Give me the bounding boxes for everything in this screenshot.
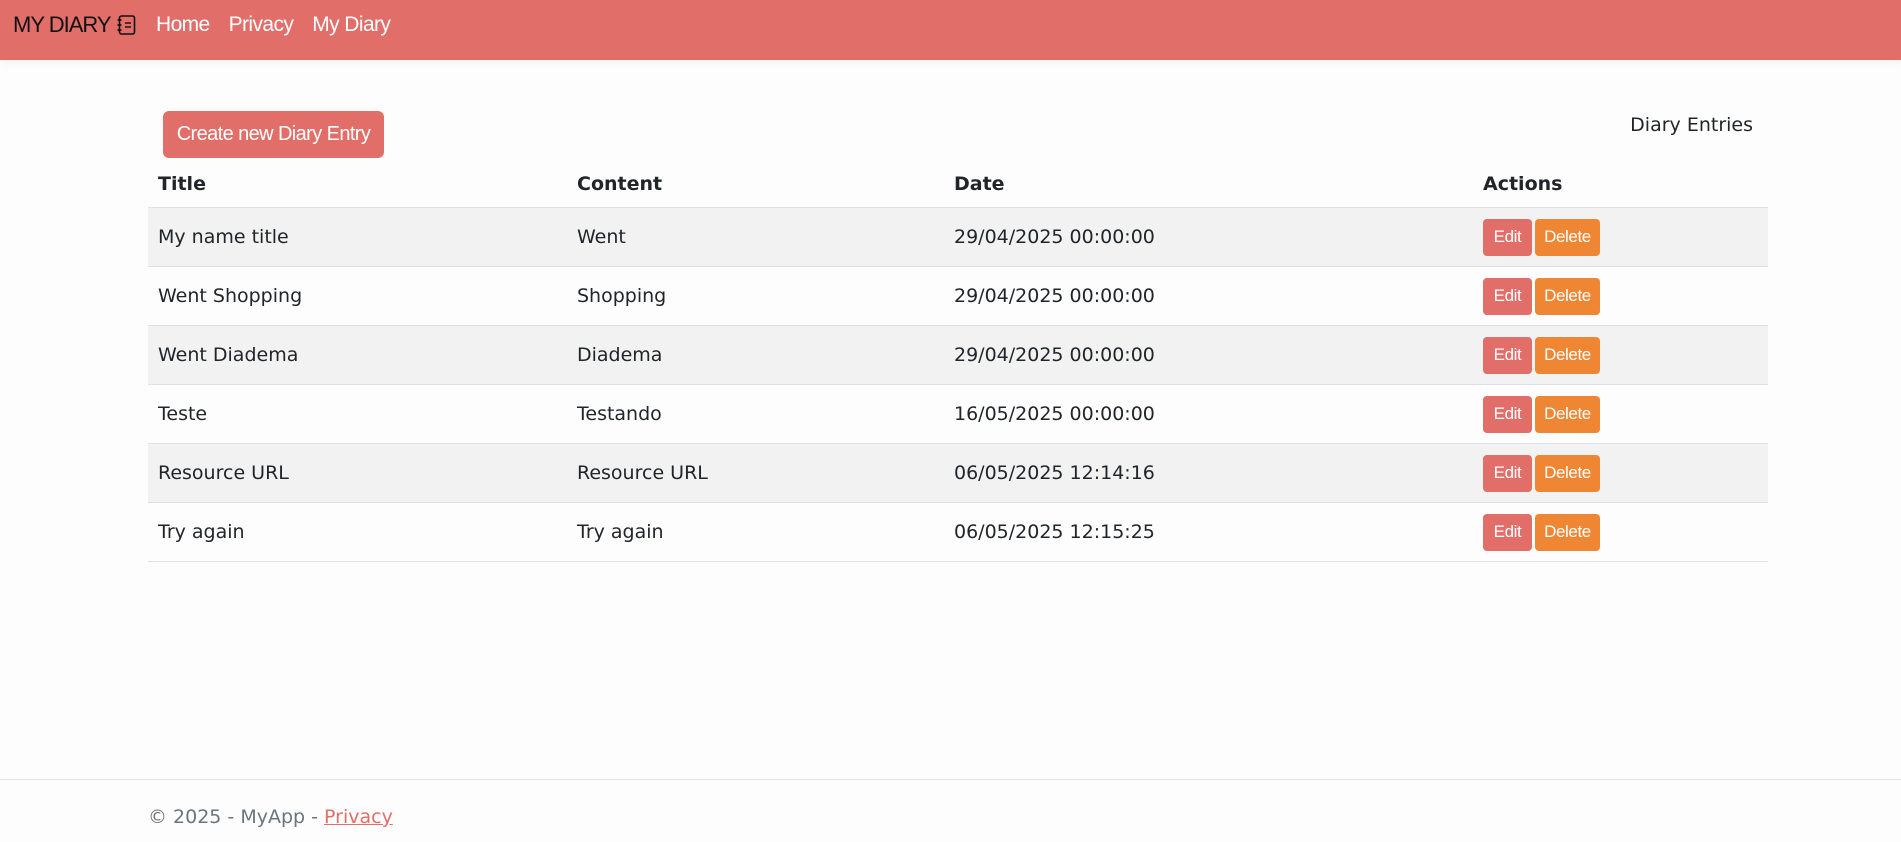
delete-button[interactable]: Delete	[1535, 218, 1600, 256]
cell-actions: Edit Delete	[1473, 207, 1768, 267]
journal-icon	[117, 14, 137, 36]
column-header-title: Title	[148, 161, 567, 208]
copyright-text: © 2025 - MyApp -	[148, 806, 325, 828]
cell-title: Went Diadema	[148, 325, 567, 385]
table-row: My name title Went 29/04/2025 00:00:00 E…	[148, 207, 1768, 267]
cell-title: Try again	[148, 502, 567, 562]
cell-actions: Edit Delete	[1473, 266, 1768, 326]
footer: © 2025 - MyApp - Privacy	[0, 779, 1901, 842]
column-header-actions: Actions	[1473, 161, 1768, 208]
cell-title: Resource URL	[148, 443, 567, 503]
create-diary-entry-button[interactable]: Create new Diary Entry	[163, 111, 384, 158]
table-row: Teste Testando 16/05/2025 00:00:00 Edit D…	[148, 384, 1768, 444]
diary-entries-table: Title Content Date Actions My name title…	[148, 161, 1768, 562]
edit-button[interactable]: Edit	[1483, 395, 1532, 433]
cell-content: Shopping	[567, 266, 944, 326]
nav-link-my-diary[interactable]: My Diary	[312, 13, 391, 37]
delete-button[interactable]: Delete	[1535, 513, 1600, 551]
delete-button[interactable]: Delete	[1535, 454, 1600, 492]
cell-actions: Edit Delete	[1473, 502, 1768, 562]
cell-content: Went	[567, 207, 944, 267]
cell-title: My name title	[148, 207, 567, 267]
cell-actions: Edit Delete	[1473, 443, 1768, 503]
table-row: Try again Try again 06/05/2025 12:15:25 …	[148, 502, 1768, 562]
edit-button[interactable]: Edit	[1483, 454, 1532, 492]
table-header-row: Title Content Date Actions	[148, 161, 1768, 208]
delete-button[interactable]: Delete	[1535, 277, 1600, 315]
column-header-content: Content	[567, 161, 944, 208]
edit-button[interactable]: Edit	[1483, 336, 1532, 374]
cell-date: 06/05/2025 12:15:25	[944, 502, 1473, 562]
cell-date: 06/05/2025 12:14:16	[944, 443, 1473, 503]
table-row: Went Diadema Diadema 29/04/2025 00:00:00…	[148, 325, 1768, 385]
cell-date: 29/04/2025 00:00:00	[944, 325, 1473, 385]
column-header-date: Date	[944, 161, 1473, 208]
nav-links: Home Privacy My Diary	[156, 10, 391, 40]
cell-title: Teste	[148, 384, 567, 444]
top-navbar: MY DIARY Home Privacy My Diary	[0, 0, 1901, 60]
cell-date: 29/04/2025 00:00:00	[944, 207, 1473, 267]
cell-date: 16/05/2025 00:00:00	[944, 384, 1473, 444]
table-row: Went Shopping Shopping 29/04/2025 00:00:…	[148, 266, 1768, 326]
edit-button[interactable]: Edit	[1483, 218, 1532, 256]
delete-button[interactable]: Delete	[1535, 395, 1600, 433]
cell-content: Diadema	[567, 325, 944, 385]
brand[interactable]: MY DIARY	[13, 10, 137, 40]
footer-privacy-link[interactable]: Privacy	[324, 806, 393, 828]
edit-button[interactable]: Edit	[1483, 277, 1532, 315]
diary-entries-label: Diary Entries	[1630, 114, 1753, 136]
delete-button[interactable]: Delete	[1535, 336, 1600, 374]
footer-text: © 2025 - MyApp - Privacy	[148, 806, 393, 828]
cell-title: Went Shopping	[148, 266, 567, 326]
cell-content: Try again	[567, 502, 944, 562]
nav-link-home[interactable]: Home	[156, 13, 210, 37]
cell-content: Resource URL	[567, 443, 944, 503]
cell-actions: Edit Delete	[1473, 384, 1768, 444]
nav-link-privacy[interactable]: Privacy	[229, 13, 294, 37]
table-row: Resource URL Resource URL 06/05/2025 12:…	[148, 443, 1768, 503]
cell-content: Testando	[567, 384, 944, 444]
cell-actions: Edit Delete	[1473, 325, 1768, 385]
cell-date: 29/04/2025 00:00:00	[944, 266, 1473, 326]
brand-name[interactable]: MY DIARY	[13, 12, 112, 38]
edit-button[interactable]: Edit	[1483, 513, 1532, 551]
